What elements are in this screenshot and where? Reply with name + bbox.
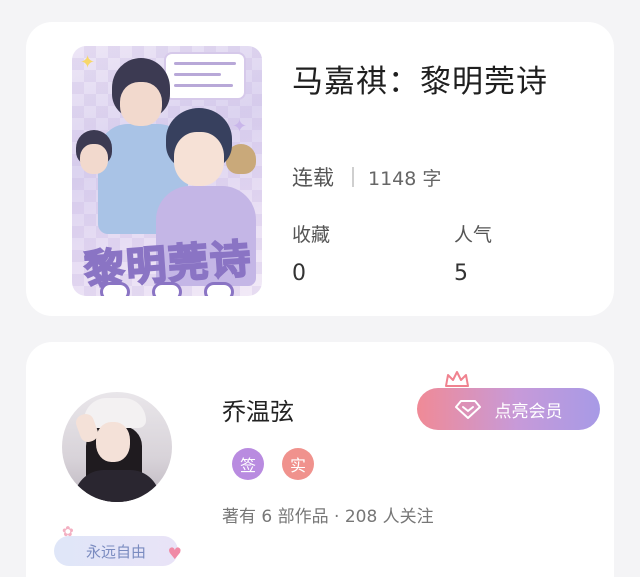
author-meta: 著有 6 部作品 · 208 人关注 [222,507,434,527]
book-card[interactable]: ✦ ✦ 黎明莞诗 马嘉祺：黎明莞诗 连载 1148 字 收藏 0 人气 5 [26,22,614,316]
bow-icon: ✿ [62,524,74,540]
divider [352,167,354,187]
word-count: 1148 字 [368,167,442,190]
author-tag: ✿ 永远自由 ♥ [54,524,182,566]
cover-figure [120,82,162,126]
book-title: 马嘉祺：黎明莞诗 [292,64,548,100]
avatar-part [96,422,130,462]
author-avatar[interactable] [62,392,172,502]
crown-icon [445,371,469,390]
star-icon: ✦ [232,116,248,137]
cover-figure [80,144,108,174]
author-name[interactable]: 乔温弦 [222,392,294,427]
vip-button-label: 点亮会员 [494,401,563,422]
favorites-stat: 收藏 0 [292,220,330,286]
popularity-stat: 人气 5 [454,220,492,286]
popularity-label: 人气 [454,224,493,246]
diamond-icon [454,400,481,419]
favorites-label: 收藏 [292,224,331,246]
cover-note-sticker [164,52,246,100]
book-status-row: 连载 1148 字 [292,162,441,192]
heart-icon: ♥ [167,544,182,563]
star-icon: ✦ [80,52,96,73]
popularity-value: 5 [454,261,468,286]
activate-vip-button[interactable]: 点亮会员 [417,388,600,430]
book-cover-image[interactable]: ✦ ✦ 黎明莞诗 [72,46,262,296]
avatar-part [74,470,160,502]
cover-figure [174,132,224,186]
favorites-value: 0 [292,261,306,286]
author-tag-label: 永远自由 [85,542,146,561]
signed-badge: 签 [232,448,264,480]
author-card: ✿ 永远自由 ♥ 乔温弦 签 实 著有 6 部作品 · 208 人关注 点亮会员 [26,342,614,577]
serial-status: 连载 [292,166,334,190]
verified-badge: 实 [282,448,314,480]
cover-bubbles [100,282,234,296]
